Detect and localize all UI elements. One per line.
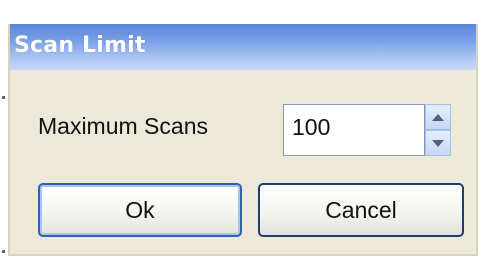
- dialog-titlebar[interactable]: Scan Limit: [10, 24, 476, 70]
- dialog-title: Scan Limit: [14, 33, 146, 58]
- maximum-scans-input[interactable]: 100: [283, 104, 425, 156]
- maximum-scans-spinner: [425, 104, 451, 156]
- screenshot-frame: Scan Limit Maximum Scans 100 Ok Cancel: [0, 0, 485, 262]
- dialog-body: Maximum Scans 100 Ok Cancel: [10, 70, 476, 254]
- spin-down-button[interactable]: [425, 130, 451, 156]
- maximum-scans-label: Maximum Scans: [38, 113, 208, 139]
- spin-up-button[interactable]: [425, 104, 451, 130]
- cancel-button[interactable]: Cancel: [258, 183, 464, 237]
- maximum-scans-value: 100: [292, 114, 331, 140]
- chevron-up-icon: [432, 113, 444, 121]
- scan-limit-dialog: Scan Limit Maximum Scans 100 Ok Cancel: [8, 24, 478, 256]
- edge-mark-left: [2, 96, 5, 99]
- ok-button[interactable]: Ok: [38, 183, 242, 237]
- edge-mark-bottom-left: [2, 250, 5, 253]
- chevron-down-icon: [432, 139, 444, 147]
